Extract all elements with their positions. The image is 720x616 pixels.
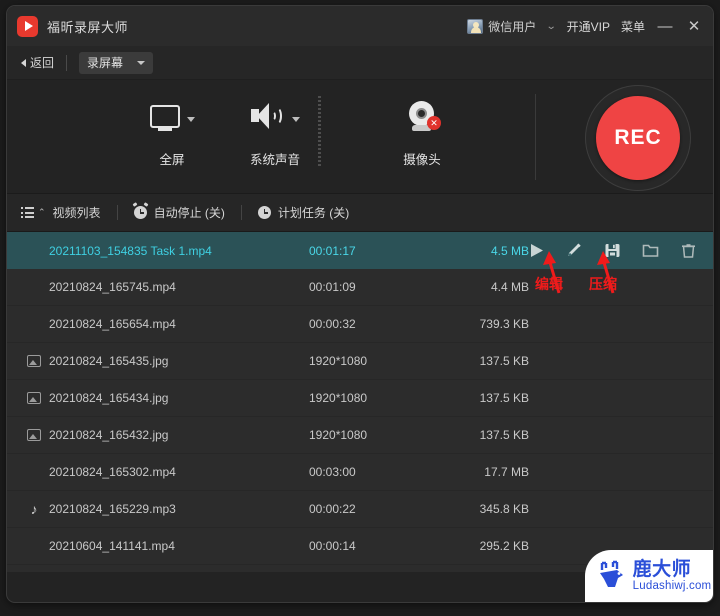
tab-auto-stop-label: 自动停止 (关) <box>153 206 225 220</box>
deer-logo-icon <box>595 557 629 596</box>
file-size: 4.4 MB <box>490 280 529 294</box>
record-mode-select[interactable]: 录屏幕 <box>79 51 154 74</box>
user-name-label: 微信用户 <box>488 19 537 34</box>
file-type-icon <box>19 392 49 404</box>
page-title: 福昕录屏大师 <box>47 19 129 35</box>
file-name: 20210824_165432.jpg <box>49 428 169 442</box>
list-icon <box>21 207 34 218</box>
back-button[interactable]: 返回 <box>21 54 54 71</box>
music-note-icon: ♪ <box>30 501 38 517</box>
file-duration: 1920*1080 <box>309 354 368 368</box>
chevron-down-icon[interactable] <box>186 116 195 122</box>
source-system-audio-button[interactable]: 系统声音 <box>220 94 330 168</box>
file-name: 20210824_165745.mp4 <box>49 280 176 294</box>
image-icon <box>27 355 41 367</box>
close-button[interactable]: ✕ <box>685 19 703 34</box>
tab-video-list[interactable]: ⌃ 视频列表 <box>21 204 117 221</box>
user-account-button[interactable]: 微信用户 <box>467 18 536 35</box>
file-size: 137.5 KB <box>479 354 529 368</box>
source-webcam-button[interactable]: ✕ 摄像头 <box>367 94 477 168</box>
menu-button[interactable]: 菜单 <box>621 18 645 35</box>
file-name: 20210824_165654.mp4 <box>49 317 176 331</box>
trash-icon[interactable] <box>680 242 697 259</box>
source-webcam-label: 摄像头 <box>403 153 441 167</box>
tabbar: ⌃ 视频列表 自动停止 (关) 计划任务 (关) <box>7 194 713 232</box>
file-size: 137.5 KB <box>479 428 529 442</box>
image-icon <box>27 392 41 404</box>
file-duration: 00:00:32 <box>309 317 356 331</box>
record-button[interactable]: REC <box>596 96 680 180</box>
file-duration: 1920*1080 <box>309 428 368 442</box>
chevron-down-icon[interactable]: ⌄ <box>546 21 557 32</box>
speaker-icon <box>250 103 285 129</box>
source-system-audio-label: 系统声音 <box>249 153 300 167</box>
file-type-icon <box>19 355 49 367</box>
file-size: 739.3 KB <box>479 317 529 331</box>
table-row[interactable]: 20210824_165302.mp4 00:03:00 17.7 MB <box>7 454 713 491</box>
source-fullscreen-button[interactable]: 全屏 <box>117 94 227 168</box>
file-type-icon <box>19 429 49 441</box>
tab-auto-stop[interactable]: 自动停止 (关) <box>132 202 241 221</box>
table-row[interactable]: 20210824_165435.jpg 1920*1080 137.5 KB <box>7 343 713 380</box>
capture-source-toolbar: 全屏 系统声音 ✕ 摄像头 REC <box>7 80 713 194</box>
table-row[interactable]: ♪ 20210824_165229.mp3 00:00:22 345.8 KB <box>7 491 713 528</box>
divider <box>116 205 118 220</box>
avatar <box>467 18 484 34</box>
file-size: 345.8 KB <box>479 502 529 516</box>
open-vip-button[interactable]: 开通VIP <box>567 18 610 35</box>
file-name: 20210824_165229.mp3 <box>49 502 176 516</box>
app-play-logo-icon <box>17 15 38 37</box>
table-row[interactable]: 20210824_165434.jpg 1920*1080 137.5 KB <box>7 380 713 417</box>
monitor-icon <box>149 104 180 131</box>
divider <box>535 94 536 180</box>
file-duration: 00:00:22 <box>309 502 356 516</box>
compress-annotation-label: 压缩 <box>589 276 617 292</box>
chevron-down-icon <box>137 60 146 65</box>
record-button-ring: REC <box>585 85 691 191</box>
file-duration: 00:00:14 <box>309 539 356 553</box>
file-name: 20210824_165302.mp4 <box>49 465 176 479</box>
divider <box>240 205 242 220</box>
source-fullscreen-label: 全屏 <box>159 153 185 167</box>
tab-video-list-label: 视频列表 <box>52 206 101 220</box>
tab-scheduled-task[interactable]: 计划任务 (关) <box>257 204 365 221</box>
tab-scheduled-task-label: 计划任务 (关) <box>277 206 350 220</box>
watermark-cn-label: 鹿大师 <box>632 558 692 580</box>
file-duration: 00:03:00 <box>309 465 356 479</box>
divider <box>66 54 68 71</box>
caret-left-icon <box>21 58 26 67</box>
file-duration: 00:01:17 <box>309 243 356 258</box>
file-name: 20210604_141141.mp4 <box>49 539 175 553</box>
titlebar: 福昕录屏大师 微信用户 ⌄ 开通VIP 菜单 — ✕ <box>7 6 713 46</box>
watermark-en-label: Ludashiwj.com <box>632 579 712 592</box>
file-duration: 00:01:09 <box>309 280 356 294</box>
app-window: 福昕录屏大师 微信用户 ⌄ 开通VIP 菜单 — ✕ 返回 录屏幕 全屏 系统声… <box>7 6 713 602</box>
table-row[interactable]: 20210824_165432.jpg 1920*1080 137.5 KB <box>7 417 713 454</box>
file-size: 295.2 KB <box>479 539 529 553</box>
edit-annotation-label: 编辑 <box>535 276 563 292</box>
file-type-icon: ♪ <box>19 502 49 516</box>
webcam-disabled-icon: ✕ <box>406 101 441 131</box>
divider <box>318 96 321 168</box>
file-duration: 1920*1080 <box>309 391 368 405</box>
image-icon <box>27 429 41 441</box>
back-button-label: 返回 <box>30 56 55 70</box>
watermark: 鹿大师 Ludashiwj.com <box>585 550 713 602</box>
alarm-clock-icon <box>132 202 149 219</box>
file-name: 20210824_165434.jpg <box>49 391 169 405</box>
clock-icon <box>257 206 271 219</box>
table-row[interactable]: 20210824_165654.mp4 00:00:32 739.3 KB <box>7 306 713 343</box>
file-size: 4.5 MB <box>490 243 529 258</box>
file-name: 20211103_154835 Task 1.mp4 <box>49 243 212 258</box>
file-size: 137.5 KB <box>479 391 529 405</box>
file-name: 20210824_165435.jpg <box>49 354 169 368</box>
file-size: 17.7 MB <box>484 465 529 479</box>
navbar: 返回 录屏幕 <box>7 46 713 80</box>
record-mode-label: 录屏幕 <box>87 56 124 70</box>
minimize-button[interactable]: — <box>656 19 674 34</box>
chevron-down-icon: ⌃ <box>38 207 46 217</box>
chevron-down-icon[interactable] <box>291 116 300 122</box>
